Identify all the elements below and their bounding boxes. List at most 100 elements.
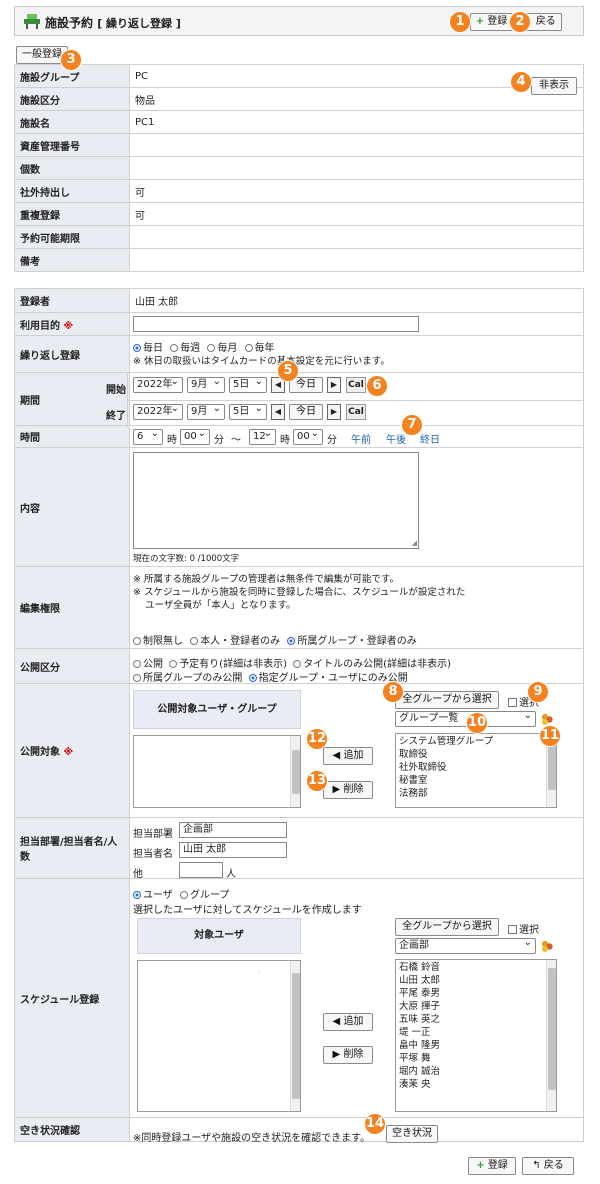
schedule-remove-button[interactable]: ▶ 削除 xyxy=(323,1046,373,1064)
schedule-group-select[interactable]: 企画部 xyxy=(395,936,536,954)
back-button-bottom[interactable]: ↰ 戻る xyxy=(522,1157,574,1175)
target-group-list[interactable]: システム管理グループ 取締役 社外取締役 秘書室 法務部 xyxy=(395,733,557,808)
minute-unit-1: 分 xyxy=(214,435,224,446)
user-list-item[interactable]: 大原 揮子 xyxy=(396,1000,556,1013)
user-list-scrollbar[interactable] xyxy=(546,960,556,1111)
schedule-user-list[interactable]: 石橋 鈴音 山田 太郎 平尾 泰男 大原 揮子 五味 英之堤 一正 畠中 隆男 平塚 舞堀内… xyxy=(395,959,557,1112)
facility-row-label: 予約可能期限 xyxy=(14,225,130,249)
schedule-selected-list[interactable]: . xyxy=(137,960,301,1112)
user-list-item[interactable]: 平尾 泰男 xyxy=(396,987,556,1000)
schedule-user-radio[interactable]: ユーザ xyxy=(133,890,173,901)
hide-button[interactable]: 非表示 xyxy=(531,77,577,95)
content-textarea[interactable]: ◢ xyxy=(133,452,419,549)
end-today-button[interactable]: 今日 xyxy=(289,404,323,420)
end-month-select[interactable]: 9月 xyxy=(187,402,225,420)
group-lookup-icon[interactable] xyxy=(540,939,554,953)
callout-8: 8 xyxy=(382,681,404,703)
target-selected-list[interactable] xyxy=(133,735,301,808)
minute-unit-2: 分 xyxy=(327,435,337,446)
schedule-select-checkbox[interactable]: 選択 xyxy=(508,921,539,936)
group-list-item[interactable]: システム管理グループ xyxy=(396,735,556,748)
user-list-item[interactable]: 五味 英之 xyxy=(396,1013,556,1026)
schedule-group-radio[interactable]: グループ xyxy=(180,890,229,901)
schedule-type-options: ユーザ グループ xyxy=(133,886,229,901)
register-button-top[interactable]: + 登録 xyxy=(470,13,513,31)
schedule-label: スケジュール登録 xyxy=(14,878,130,1118)
edit-options: 制限無し 本人・登録者のみ 所属グループ・登録者のみ xyxy=(133,632,417,647)
am-link[interactable]: 午前 xyxy=(351,431,371,446)
edit-unrestricted-radio[interactable]: 制限無し xyxy=(133,636,183,647)
start-next-day-button[interactable]: ▶ xyxy=(327,377,341,393)
schedule-select-all-groups-button[interactable]: 全グループから選択 xyxy=(395,918,499,936)
user-list-item[interactable]: 堤 一正 xyxy=(396,1026,556,1039)
public-group-radio[interactable]: 所属グループのみ公開 xyxy=(133,673,242,684)
start-hour-select[interactable]: 6 xyxy=(133,427,163,445)
public-specified-radio[interactable]: 指定グループ・ユーザにのみ公開 xyxy=(248,673,408,684)
facility-row-value: 可 xyxy=(129,202,584,226)
target-user-header-box: 対象ユーザ xyxy=(137,918,301,954)
group-lookup-icon[interactable] xyxy=(540,712,554,726)
target-list-scrollbar[interactable] xyxy=(290,736,300,807)
facility-row-value xyxy=(129,225,584,249)
group-list-item[interactable]: 秘書室 xyxy=(396,774,556,787)
facility-row-value xyxy=(129,156,584,180)
pm-link[interactable]: 午後 xyxy=(386,431,406,446)
right-arrow-icon: ▶ xyxy=(332,1049,341,1060)
end-calendar-button[interactable]: Cal xyxy=(346,404,366,420)
user-list-item[interactable]: 湊茉 央 xyxy=(396,1078,556,1091)
user-list-item[interactable]: 山田 太郎 xyxy=(396,974,556,987)
end-year-select[interactable]: 2022年 xyxy=(133,402,183,420)
availability-button[interactable]: 空き状況 xyxy=(386,1125,438,1143)
end-next-day-button[interactable]: ▶ xyxy=(327,404,341,420)
schedule-add-button[interactable]: ◀ 追加 xyxy=(323,1013,373,1031)
user-list-item[interactable]: 石橋 鈴音 xyxy=(396,961,556,974)
start-calendar-button[interactable]: Cal xyxy=(346,377,366,393)
facility-row: 施設名 PC1 xyxy=(14,110,584,134)
left-arrow-icon: ◀ xyxy=(332,1016,341,1027)
end-prev-day-button[interactable]: ◀ xyxy=(271,404,285,420)
start-month-select[interactable]: 9月 xyxy=(187,375,225,393)
end-minute-select[interactable]: 00 xyxy=(293,427,323,445)
headcount-input[interactable] xyxy=(179,862,223,878)
edit-notes: ※ 所属する施設グループの管理者は無条件で編集が可能です。 ※ スケジュールから… xyxy=(133,573,465,612)
start-day-select[interactable]: 5日 xyxy=(229,375,267,393)
other-label: 他 xyxy=(133,869,143,880)
availability-note: ※同時登録ユーザや施設の空き状況を確認できます。 xyxy=(133,1133,371,1144)
allday-link[interactable]: 終日 xyxy=(420,431,440,446)
registrant-value: 山田 太郎 xyxy=(129,288,584,313)
right-arrow-icon: ▶ xyxy=(332,784,341,795)
end-day-select[interactable]: 5日 xyxy=(229,402,267,420)
start-year-select[interactable]: 2022年 xyxy=(133,375,183,393)
end-hour-select[interactable]: 12 xyxy=(249,427,276,445)
schedule-list-scrollbar[interactable] xyxy=(290,961,300,1111)
public-options-row2: 所属グループのみ公開 指定グループ・ユーザにのみ公開 xyxy=(133,669,408,684)
period-row-divider xyxy=(127,400,584,401)
group-list-item[interactable]: 法務部 xyxy=(396,787,556,800)
facility-row: 予約可能期限 xyxy=(14,225,584,249)
callout-5: 5 xyxy=(277,360,299,382)
register-button-bottom[interactable]: + 登録 xyxy=(468,1157,516,1175)
start-minute-select[interactable]: 00 xyxy=(180,427,210,445)
user-list-item[interactable]: 堀内 誠治 xyxy=(396,1065,556,1078)
repeat-label: 繰り返し登録 xyxy=(14,335,130,373)
resize-grip-icon: ◢ xyxy=(411,539,417,547)
person-input[interactable]: 山田 太郎 xyxy=(179,842,287,858)
person-field-label: 担当者名 xyxy=(133,849,173,860)
target-remove-button[interactable]: ▶ 削除 xyxy=(323,781,373,799)
back-arrow-icon: ↰ xyxy=(532,1160,541,1171)
edit-group-radio[interactable]: 所属グループ・登録者のみ xyxy=(287,636,417,647)
callout-1: 1 xyxy=(449,11,471,33)
callout-12: 12 xyxy=(306,728,328,750)
user-list-item[interactable]: 畠中 隆男 xyxy=(396,1039,556,1052)
target-add-button[interactable]: ◀ 追加 xyxy=(323,747,373,765)
purpose-label: 利用目的 ※ xyxy=(14,312,130,336)
public-target-label: 公開対象 ※ xyxy=(14,683,130,818)
purpose-input[interactable] xyxy=(133,316,419,332)
group-list-item[interactable]: 社外取締役 xyxy=(396,761,556,774)
facility-row-value xyxy=(129,133,584,157)
group-list-item[interactable]: 取締役 xyxy=(396,748,556,761)
dept-input[interactable]: 企画部 xyxy=(179,822,287,838)
target-select-all-groups-button[interactable]: 全グループから選択 xyxy=(395,691,499,709)
edit-self-radio[interactable]: 本人・登録者のみ xyxy=(190,636,280,647)
user-list-item[interactable]: 平塚 舞 xyxy=(396,1052,556,1065)
